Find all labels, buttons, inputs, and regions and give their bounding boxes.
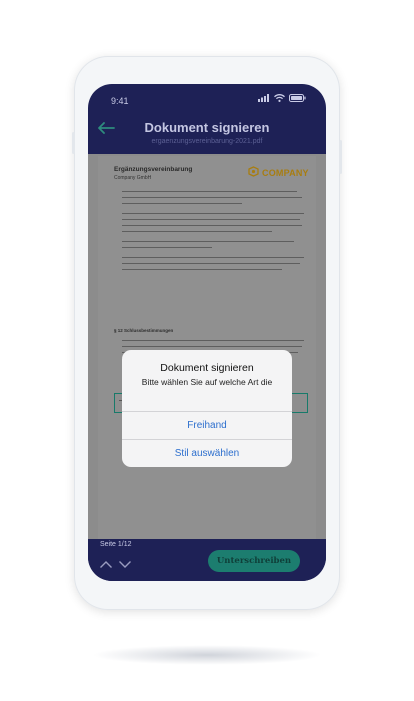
app-screen: 9:41 Dokument signieren ergaenzungsverei… bbox=[88, 84, 326, 581]
side-button-volume bbox=[72, 132, 75, 154]
status-icons bbox=[258, 94, 306, 102]
sign-button[interactable]: Unterschreiben bbox=[208, 550, 300, 572]
dialog-message: Bitte wählen Sie auf welche Art die bbox=[141, 377, 273, 387]
document-viewer[interactable]: Ergänzungsvereinbarung Company GmbH COMP… bbox=[88, 154, 326, 539]
text-line bbox=[122, 203, 242, 205]
choose-style-button[interactable]: Stil auswählen bbox=[122, 439, 292, 467]
app-header: Dokument signieren ergaenzungsvereinbaru… bbox=[88, 114, 326, 154]
text-line bbox=[122, 241, 294, 243]
text-line bbox=[122, 225, 302, 227]
document-filename: ergaenzungsvereinbarung-2021.pdf bbox=[151, 138, 263, 145]
page-indicator: Seite 1/12 bbox=[100, 541, 132, 548]
freehand-button[interactable]: Freihand bbox=[122, 411, 292, 440]
document-page: Ergänzungsvereinbarung Company GmbH COMP… bbox=[98, 156, 316, 539]
status-bar: 9:41 bbox=[88, 84, 326, 114]
chevron-down-icon[interactable] bbox=[118, 556, 132, 574]
text-line bbox=[122, 231, 272, 233]
section-heading: § 12 Schlussbestimmungen bbox=[114, 328, 174, 333]
text-line bbox=[122, 247, 212, 249]
text-line bbox=[122, 340, 304, 342]
text-line bbox=[122, 257, 304, 259]
text-line bbox=[122, 191, 297, 193]
wifi-icon bbox=[274, 94, 285, 102]
device-shadow bbox=[92, 645, 322, 665]
company-logo: COMPANY bbox=[248, 164, 309, 182]
text-line bbox=[122, 197, 302, 199]
bottom-toolbar: Seite 1/12 Unterschreiben bbox=[88, 539, 326, 581]
document-title: Ergänzungsvereinbarung bbox=[114, 166, 193, 173]
text-line bbox=[122, 346, 302, 348]
text-line bbox=[122, 269, 282, 271]
text-line bbox=[122, 213, 304, 215]
dialog-title: Dokument signieren bbox=[160, 362, 254, 374]
battery-icon bbox=[289, 94, 306, 102]
sign-method-dialog: Dokument signieren Bitte wählen Sie auf … bbox=[122, 350, 292, 467]
document-company-name: Company GmbH bbox=[114, 175, 152, 181]
signal-icon bbox=[258, 94, 270, 102]
page-title: Dokument signieren bbox=[144, 120, 270, 135]
text-line bbox=[122, 219, 300, 221]
logo-text: COMPANY bbox=[262, 168, 309, 178]
side-button-power bbox=[339, 140, 342, 174]
text-line bbox=[122, 263, 300, 265]
logo-symbol-icon bbox=[248, 164, 259, 182]
status-time: 9:41 bbox=[111, 96, 129, 106]
chevron-up-icon[interactable] bbox=[99, 556, 113, 574]
